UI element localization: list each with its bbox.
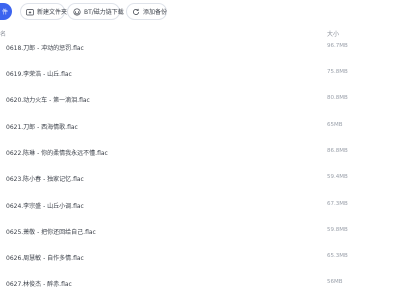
bt-download-label: BT/磁力链下载	[84, 9, 124, 16]
file-name[interactable]: 0619.李荣浩 - 山丘.flac	[6, 69, 72, 78]
file-name[interactable]: 0620.动力火车 - 第一滴泪.flac	[6, 95, 90, 104]
file-name[interactable]: 0627.林俊杰 - 醉赤.flac	[6, 279, 72, 288]
new-folder-button[interactable]: 新建文件夹	[20, 3, 68, 20]
file-row[interactable]: 0626.周慧敏 - 自作多情.flac 65.3MB	[0, 244, 399, 270]
file-size: 56MB	[327, 279, 343, 285]
file-row[interactable]: 0625.萧敬 - 把你还回给自己.flac 59.8MB	[0, 218, 399, 244]
file-row[interactable]: 0621.刀郎 - 西海情歌.flac 65MB	[0, 113, 399, 139]
file-name[interactable]: 0623.陈小春 - 独家记忆.flac	[6, 174, 84, 183]
file-row[interactable]: 0627.林俊杰 - 醉赤.flac 56MB	[0, 270, 399, 296]
refresh-icon	[132, 8, 140, 16]
file-name[interactable]: 0618.刀郎 - 冲动的惩罚.flac	[6, 43, 84, 52]
file-size: 65.3MB	[327, 253, 348, 259]
folder-plus-icon	[26, 8, 34, 16]
file-size: 59.4MB	[327, 174, 348, 180]
file-row[interactable]: 0624.李宗盛 - 山丘小调.flac 67.3MB	[0, 192, 399, 218]
magnet-icon	[73, 7, 81, 16]
file-size: 75.8MB	[327, 69, 348, 75]
file-row[interactable]: 0619.李荣浩 - 山丘.flac 75.8MB	[0, 60, 399, 86]
file-size: 65MB	[327, 122, 343, 128]
new-folder-label: 新建文件夹	[37, 9, 68, 16]
file-size: 96.7MB	[327, 43, 348, 49]
toolbar: 件 新建文件夹 BT/磁力链下载 添加备份	[0, 0, 399, 24]
bt-download-button[interactable]: BT/磁力链下载	[67, 3, 124, 20]
file-row[interactable]: 0618.刀郎 - 冲动的惩罚.flac 96.7MB	[0, 34, 399, 60]
file-name[interactable]: 0621.刀郎 - 西海情歌.flac	[6, 122, 78, 131]
file-row[interactable]: 0623.陈小春 - 独家记忆.flac 59.4MB	[0, 165, 399, 191]
file-name[interactable]: 0626.周慧敏 - 自作多情.flac	[6, 253, 84, 262]
upload-button[interactable]: 件	[0, 3, 12, 20]
file-size: 59.8MB	[327, 227, 348, 233]
file-name[interactable]: 0622.陈琳 - 你的柔情我永远不懂.flac	[6, 148, 108, 157]
file-size: 80.8MB	[327, 95, 348, 101]
file-size: 86.8MB	[327, 148, 348, 154]
add-backup-button[interactable]: 添加备份	[126, 3, 167, 20]
file-name[interactable]: 0625.萧敬 - 把你还回给自己.flac	[6, 227, 96, 236]
add-backup-label: 添加备份	[143, 9, 168, 16]
file-row[interactable]: 0622.陈琳 - 你的柔情我永远不懂.flac 86.8MB	[0, 139, 399, 165]
upload-button-label: 件	[1, 9, 8, 16]
file-name[interactable]: 0624.李宗盛 - 山丘小调.flac	[6, 201, 84, 210]
file-size: 67.3MB	[327, 201, 348, 207]
file-row[interactable]: 0620.动力火车 - 第一滴泪.flac 80.8MB	[0, 86, 399, 112]
